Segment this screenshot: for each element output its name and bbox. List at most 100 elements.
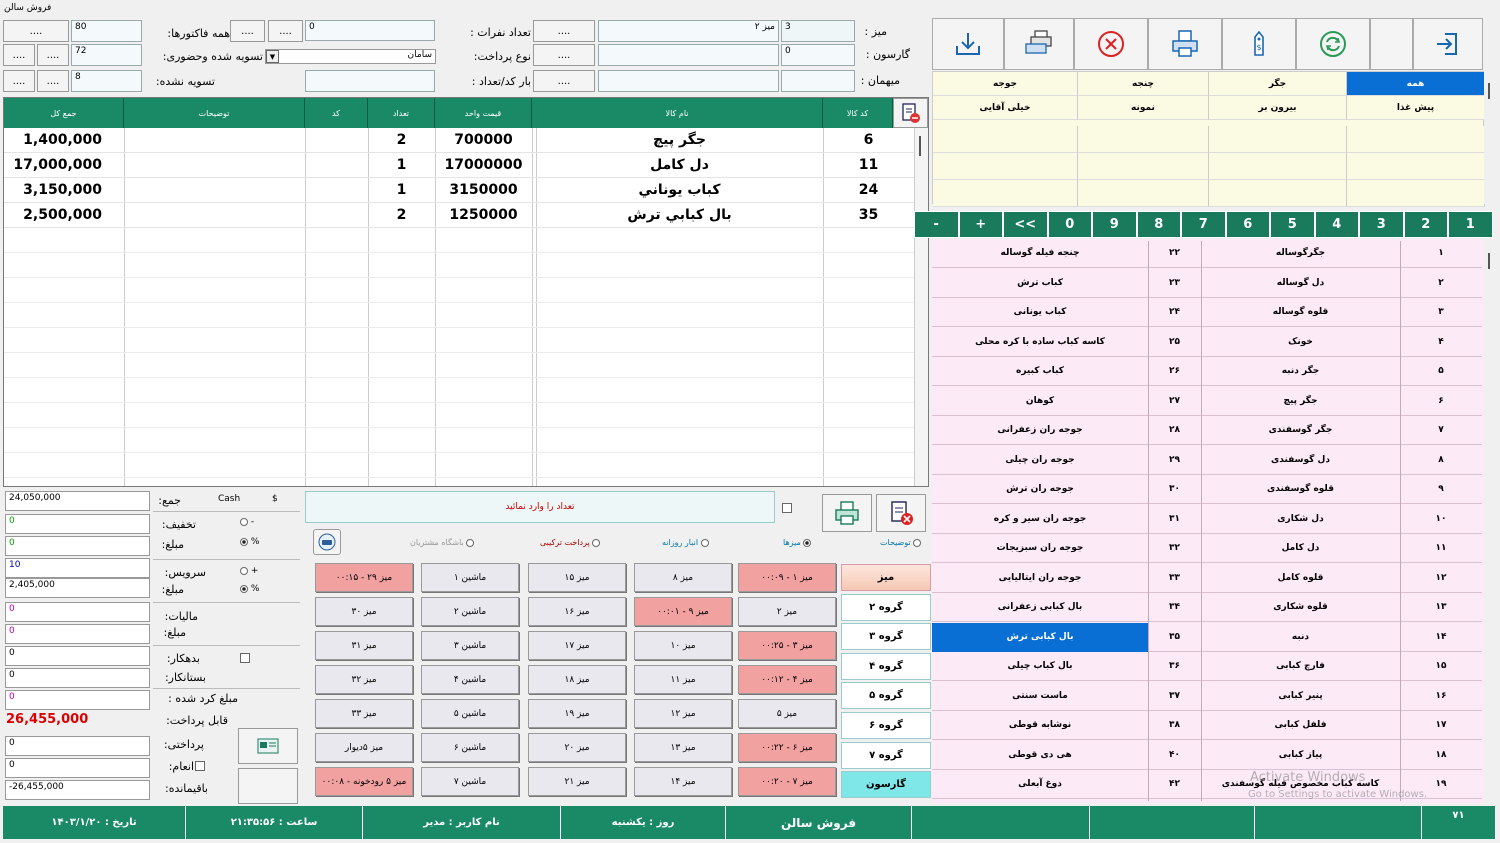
numpad-key[interactable]: 8 <box>1136 211 1181 238</box>
table-button[interactable]: میز ۲۰ <box>528 733 626 762</box>
multi-print-button[interactable] <box>1004 18 1074 70</box>
table-button[interactable]: میز ۶ - ۰۰:۲۲ <box>738 733 836 762</box>
waiter-input[interactable]: 0 <box>781 44 855 66</box>
daily-option[interactable]: انبار روزانه <box>662 538 709 547</box>
group-button[interactable]: گروه ۵ <box>841 682 931 710</box>
product-code[interactable]: ۶ <box>1400 387 1482 416</box>
product-name[interactable]: ماست سنتی <box>932 682 1148 711</box>
service-percent-radio[interactable]: % <box>240 584 259 594</box>
product-code[interactable]: ۳۸ <box>1148 711 1201 740</box>
discount-amount-input[interactable]: 0 <box>5 536 150 556</box>
table-button[interactable]: میز ۳۲ <box>315 665 413 694</box>
category-tab[interactable]: همه <box>1347 72 1485 96</box>
numpad-key[interactable]: 2 <box>1403 211 1448 238</box>
table-button[interactable]: میز ۸ <box>634 563 732 592</box>
product-code[interactable]: ۳ <box>1400 298 1482 327</box>
cell-total[interactable]: 3,150,000 <box>4 178 124 203</box>
col-header-code[interactable]: کد کالا <box>823 98 893 128</box>
cancel-button[interactable] <box>1074 18 1148 70</box>
table-ellipsis-button[interactable]: .... <box>533 20 595 42</box>
table-button[interactable]: میز ۱۶ <box>528 597 626 626</box>
product-name[interactable]: چنجه فیله گوساله <box>932 239 1148 268</box>
exit-button[interactable] <box>1413 18 1483 70</box>
chevron-down-icon[interactable]: ▼ <box>266 50 279 63</box>
product-code[interactable]: ۳۱ <box>1148 505 1201 534</box>
table-button[interactable]: میز ۱۵ <box>528 563 626 592</box>
table-row[interactable]: 3,150,000 1 3150000 كباب يوناني 24 <box>4 178 914 203</box>
product-name[interactable]: جگر پیچ <box>1201 387 1400 416</box>
category-tab[interactable]: پیش غذا <box>1347 96 1485 120</box>
unsettled-button-a[interactable]: .... <box>37 70 69 92</box>
table-button[interactable]: ماشین ۵ <box>421 699 519 728</box>
numpad-key[interactable]: 4 <box>1314 211 1359 238</box>
guest-input[interactable] <box>781 70 855 92</box>
product-code[interactable]: ۱ <box>1400 239 1482 268</box>
category-scrollbar[interactable] <box>1484 71 1496 204</box>
table-input[interactable]: 3 <box>781 20 855 42</box>
club-option[interactable]: باشگاه مشتریان <box>410 538 475 547</box>
table-button[interactable]: میز ۴ - ۰۰:۱۲ <box>738 665 836 694</box>
product-name[interactable]: جوجه ران سیر و کره <box>932 505 1148 534</box>
product-code[interactable]: ۳۶ <box>1148 652 1201 681</box>
tip-input[interactable]: 0 <box>5 758 150 778</box>
tax-amount-input[interactable]: 0 <box>5 624 150 644</box>
paytype-select[interactable]: سامان <box>265 49 436 64</box>
table-button[interactable]: ماشین ۷ <box>421 767 519 796</box>
group-button[interactable]: گروه ۳ <box>841 623 931 651</box>
cell-qty[interactable]: 1 <box>368 178 435 203</box>
cell-price[interactable]: 1250000 <box>435 203 532 228</box>
guest-name-input[interactable] <box>598 70 779 92</box>
cell-price[interactable]: 17000000 <box>435 153 532 178</box>
refresh-button[interactable] <box>1296 18 1370 70</box>
table-row[interactable]: 1,400,000 2 700000 جگر پیچ 6 <box>4 128 914 153</box>
discount-minus-radio[interactable]: - <box>240 517 254 527</box>
table-button[interactable]: میز ۲۱ <box>528 767 626 796</box>
product-name[interactable]: جگرگوساله <box>1201 239 1400 268</box>
category-tab[interactable]: خیلی آقایی <box>933 96 1078 120</box>
product-name[interactable]: پیاز کبابی <box>1201 741 1400 770</box>
product-name[interactable]: فارچ کبابی <box>1201 652 1400 681</box>
table-row[interactable]: 17,000,000 1 17000000 دل کامل 11 <box>4 153 914 178</box>
unsettled-button-b[interactable]: .... <box>3 70 35 92</box>
product-name[interactable]: دوغ آبعلی <box>932 770 1148 799</box>
product-name[interactable]: جوجه ران سبزیجات <box>932 534 1148 563</box>
order-grid[interactable]: جمع کل توضیحات کد تعداد قیمت واحد نام کا… <box>3 97 929 487</box>
product-code[interactable]: ۲۸ <box>1148 416 1201 445</box>
table-button[interactable]: میز ۱۱ <box>634 665 732 694</box>
cell-price[interactable]: 700000 <box>435 128 532 153</box>
product-code[interactable]: ۱۵ <box>1400 652 1482 681</box>
product-name[interactable]: بال کباب چیلی <box>932 652 1148 681</box>
col-header-total[interactable]: جمع کل <box>4 98 124 128</box>
category-tab[interactable]: جوجه <box>933 72 1078 96</box>
product-code[interactable]: ۴۰ <box>1148 741 1201 770</box>
product-name[interactable]: دل شکاری <box>1201 505 1400 534</box>
category-tab[interactable]: چنجه <box>1078 72 1209 96</box>
cell-total[interactable]: 2,500,000 <box>4 203 124 228</box>
table-button[interactable]: میز ۳۱ <box>315 631 413 660</box>
save-button[interactable] <box>932 18 1004 70</box>
product-name[interactable]: کباب ترش <box>932 269 1148 298</box>
customer-button[interactable] <box>313 529 341 555</box>
cell-code[interactable]: 35 <box>823 203 914 228</box>
cell-qty[interactable]: 2 <box>368 203 435 228</box>
barcode-input[interactable] <box>305 70 435 92</box>
table-button[interactable]: ماشین ۳ <box>421 631 519 660</box>
table-button[interactable]: ماشین ۴ <box>421 665 519 694</box>
product-code[interactable]: ۱۶ <box>1400 682 1482 711</box>
settled-button-a[interactable]: .... <box>37 44 69 66</box>
product-name[interactable]: قلوه گوساله <box>1201 298 1400 327</box>
cell-qty[interactable]: 1 <box>368 153 435 178</box>
product-code[interactable]: ۳۳ <box>1148 564 1201 593</box>
table-button[interactable]: میز ۱ - ۰۰:۰۹ <box>738 563 836 592</box>
tip-checkbox[interactable] <box>195 761 205 771</box>
product-name[interactable]: دل گوسفندی <box>1201 446 1400 475</box>
blank-toolbar-button[interactable] <box>1370 18 1413 70</box>
col-header-kod[interactable]: کد <box>305 98 368 128</box>
numpad-key[interactable]: 5 <box>1270 211 1315 238</box>
table-button[interactable]: میز ۷ - ۰۰:۲۰ <box>738 767 836 796</box>
product-name[interactable]: دنبه <box>1201 623 1400 652</box>
product-name[interactable]: جوجه ران ایتالیایی <box>932 564 1148 593</box>
product-scrollbar[interactable] <box>1484 241 1496 803</box>
table-button[interactable]: میز ۳ - ۰۰:۲۵ <box>738 631 836 660</box>
numpad-key[interactable]: 6 <box>1225 211 1270 238</box>
